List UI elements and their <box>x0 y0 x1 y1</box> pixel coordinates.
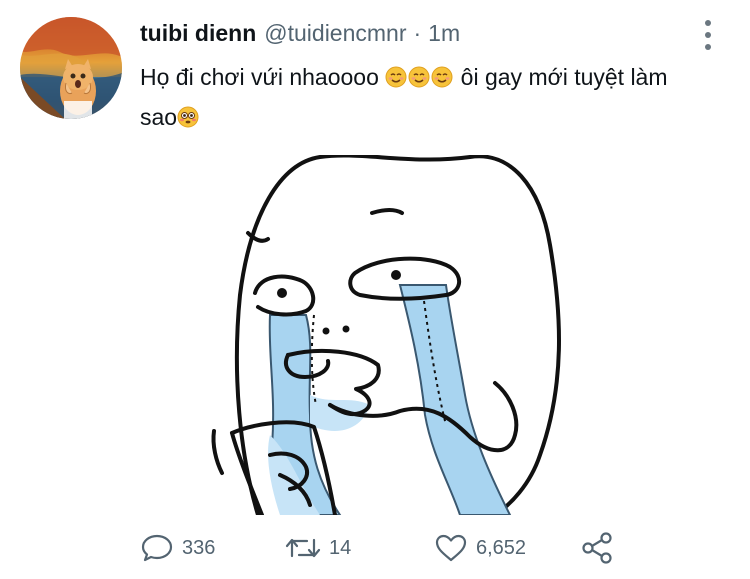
like-count: 6,652 <box>476 536 527 559</box>
tweet-text-part1: Họ đi chơi vứi nhaoooo <box>140 64 386 90</box>
share-button[interactable] <box>580 528 614 568</box>
more-dot <box>705 20 711 26</box>
retweet-icon <box>285 538 321 558</box>
separator-dot: · <box>413 20 422 46</box>
display-name[interactable]: tuibi dienn <box>140 20 256 47</box>
tweet-header: tuibi dienn @tuidiencmnr · 1m <box>140 20 460 52</box>
avatar[interactable] <box>20 17 122 119</box>
reply-icon <box>141 534 173 562</box>
smiling-face-emoji <box>431 66 453 88</box>
more-options-icon[interactable] <box>698 20 718 50</box>
reply-button[interactable]: 336 <box>140 528 215 568</box>
more-dot <box>705 44 711 50</box>
share-icon <box>582 532 612 564</box>
smiling-face-emoji <box>385 66 407 88</box>
reply-count: 336 <box>182 536 216 559</box>
timestamp[interactable]: 1m <box>428 20 460 47</box>
like-icon <box>435 534 467 562</box>
like-button[interactable]: 6,652 <box>434 528 526 568</box>
crying-meme-illustration <box>211 155 561 515</box>
retweet-count: 14 <box>329 536 352 559</box>
retweet-button[interactable]: 14 <box>285 528 351 568</box>
tweet-media-image[interactable] <box>210 155 610 515</box>
avatar-image <box>20 17 122 119</box>
more-dot <box>705 32 711 38</box>
smiling-face-emoji <box>408 66 430 88</box>
flushed-face-emoji <box>177 106 199 128</box>
tweet-text: Họ đi chơi vứi nhaoooo ôi gay mới tuyệt … <box>140 57 700 137</box>
tweet-actions: 336 14 6,652 <box>140 528 640 568</box>
user-handle[interactable]: @tuidiencmnr <box>264 20 406 47</box>
